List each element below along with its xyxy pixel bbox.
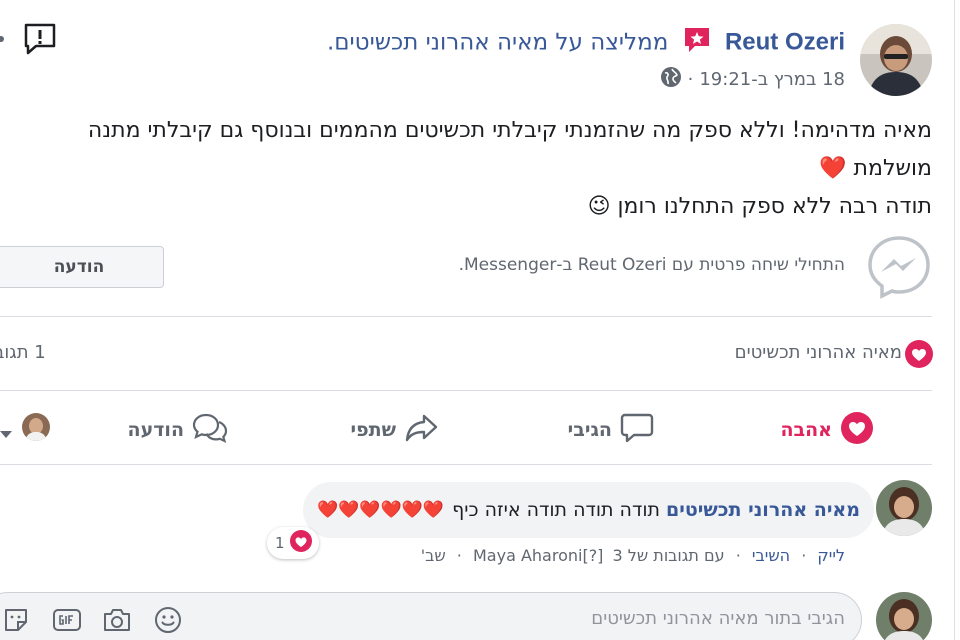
page-avatar-small[interactable] [22,413,50,441]
meta-dot-2: · [735,546,741,565]
page-name-link[interactable]: מאיה אהרוני תכשיטים. [327,30,548,56]
comment-bubble: מאיה אהרוני תכשיטים תודה תודה תודה איזה … [303,482,874,538]
post-text-line-2: מושלמת ❤️ [819,156,932,181]
love-action[interactable]: אהבה [780,410,874,450]
divider-top [0,316,932,317]
comment-hearts: ❤️❤️❤️❤️❤️❤️ [317,500,445,520]
comment-heart-icon [289,529,313,557]
post-body: מאיה מדהימה! וללא ספק מה שהזמנתי קיבלתי … [32,112,932,226]
comment-reaction-number: 1 [275,534,285,552]
comment-meta: לייק · השיבי · עם תגובות של 3 Maya Aharo… [421,546,845,565]
reacted-by[interactable]: מאיה אהרוני תכשיטים [735,342,902,363]
share-label: שתפי [350,419,396,441]
share-icon [404,412,438,449]
meta-dot-3: · [456,546,462,565]
share-action[interactable]: שתפי [351,410,438,450]
comment-reaction-count[interactable]: 1 [267,527,319,559]
post-meta: 18 במרץ ב-19:21 · [660,66,845,93]
comment-text: תודה תודה תודה איזה כיף [452,499,661,521]
divider-bottom [0,464,932,465]
recommend-flag-icon [682,26,712,60]
comment-icon [620,412,654,449]
replies-text[interactable]: עם תגובות של 3 [613,546,725,565]
replier-name[interactable]: Maya Aharoni[?] [473,546,603,565]
love-label: אהבה [780,419,832,441]
heart-reaction-icon[interactable] [904,339,934,369]
emoji-icon[interactable] [152,604,184,636]
divider-mid [0,390,932,391]
reply-avatar [876,592,932,640]
meta-dot-1: · [801,546,807,565]
comment-like-link[interactable]: לייק [817,546,845,565]
sticker-icon[interactable] [0,604,32,636]
post-text-line-3: תודה רבה ללא ספק התחלנו רומן 😉 [587,194,932,219]
post-header: Reut Ozeri ממליצה על מאיה אהרוני תכשיטים… [0,26,845,60]
comment-time[interactable]: שב' [421,546,446,565]
camera-icon[interactable] [100,604,134,636]
messenger-prompt: התחילי שיחה פרטית עם Reut Ozeri ב-Messen… [458,255,845,275]
post-card [0,0,955,640]
comments-count[interactable]: 1 תגוב [0,342,46,363]
globe-icon [660,66,682,93]
recommends-label: ממליצה על [555,29,669,56]
message-action[interactable]: הודעה [128,410,228,450]
heart-icon [840,411,874,450]
post-timestamp[interactable]: 18 במרץ ב-19:21 [699,69,845,90]
comment-action[interactable]: הגיבי [568,410,654,450]
messenger-icon [866,234,932,300]
meta-separator: · [687,69,694,90]
comment-author[interactable]: מאיה אהרוני תכשיטים [666,499,860,521]
message-button[interactable]: הודעה [0,246,164,288]
post-text-line-1: מאיה מדהימה! וללא ספק מה שהזמנתי קיבלתי … [87,118,932,143]
caret-down-icon[interactable] [0,424,12,438]
commenter-avatar[interactable] [876,480,932,536]
gif-icon[interactable] [50,604,84,636]
message-label: הודעה [127,419,184,441]
message-icon [192,411,228,450]
reply-placeholder: הגיבי בתור מאיה אהרוני תכשיטים [591,608,845,629]
comment-reply-link[interactable]: השיבי [752,546,790,565]
author-name[interactable]: Reut Ozeri [725,29,845,56]
author-avatar[interactable] [860,24,932,96]
comment-label: הגיבי [567,419,612,441]
